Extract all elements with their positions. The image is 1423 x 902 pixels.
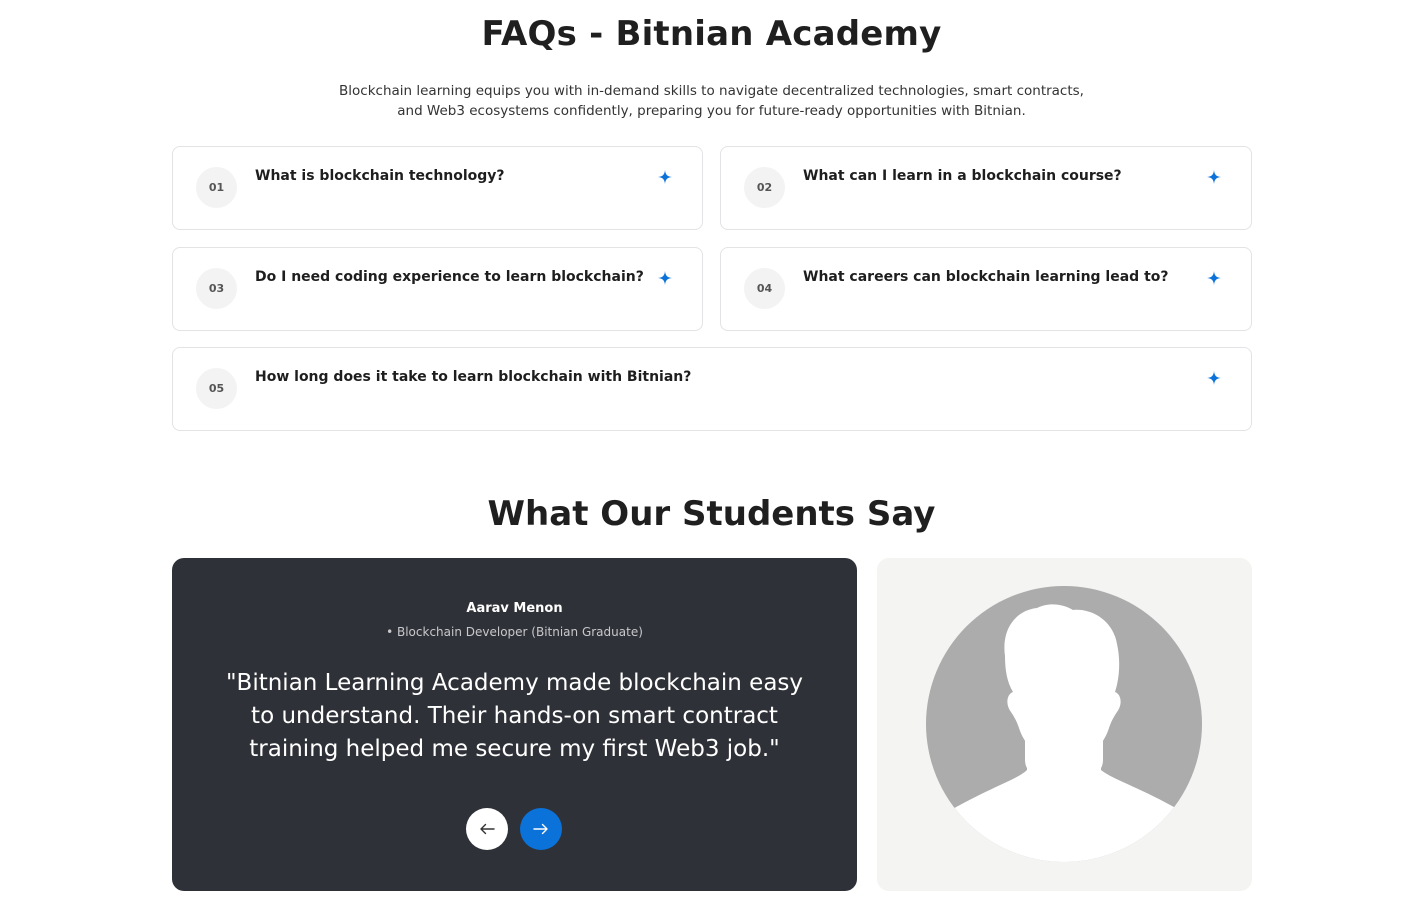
user-silhouette-icon <box>926 586 1202 862</box>
arrow-left-icon <box>480 823 495 835</box>
previous-testimonial-button[interactable] <box>466 808 508 850</box>
faq-number: 04 <box>744 268 785 309</box>
student-photo-panel <box>877 558 1252 891</box>
plus-sparkle-icon[interactable] <box>1206 370 1222 386</box>
testimonial-author-role: • Blockchain Developer (Bitnian Graduate… <box>386 625 643 639</box>
faq-item-05[interactable]: 05 How long does it take to learn blockc… <box>172 347 1252 431</box>
faq-question: Do I need coding experience to learn blo… <box>255 269 644 285</box>
faq-number: 05 <box>196 368 237 409</box>
testimonial-quote: "Bitnian Learning Academy made blockchai… <box>225 670 804 762</box>
faq-item-03[interactable]: 03 Do I need coding experience to learn … <box>172 247 703 331</box>
plus-sparkle-icon[interactable] <box>657 270 673 286</box>
faq-subtitle-line-1: Blockchain learning equips you with in-d… <box>339 83 1084 99</box>
faq-number: 02 <box>744 167 785 208</box>
faq-number: 03 <box>196 268 237 309</box>
faq-subtitle: Blockchain learning equips you with in-d… <box>0 81 1423 121</box>
faq-number: 01 <box>196 167 237 208</box>
faq-question: How long does it take to learn blockchai… <box>255 369 692 385</box>
arrow-right-icon <box>533 823 548 835</box>
faq-question: What can I learn in a blockchain course? <box>803 168 1122 184</box>
faq-item-01[interactable]: 01 What is blockchain technology? <box>172 146 703 230</box>
testimonials-title: What Our Students Say <box>487 494 936 534</box>
faq-question: What careers can blockchain learning lea… <box>803 269 1169 285</box>
plus-sparkle-icon[interactable] <box>657 169 673 185</box>
faq-subtitle-line-2: and Web3 ecosystems confidently, prepari… <box>397 103 1026 119</box>
faq-item-04[interactable]: 04 What careers can blockchain learning … <box>720 247 1252 331</box>
testimonial-card: Aarav Menon • Blockchain Developer (Bitn… <box>172 558 857 891</box>
faq-item-02[interactable]: 02 What can I learn in a blockchain cour… <box>720 146 1252 230</box>
faq-question: What is blockchain technology? <box>255 168 505 184</box>
next-testimonial-button[interactable] <box>520 808 562 850</box>
testimonial-author-name: Aarav Menon <box>466 601 563 616</box>
plus-sparkle-icon[interactable] <box>1206 270 1222 286</box>
faq-title: FAQs - Bitnian Academy <box>481 14 942 54</box>
plus-sparkle-icon[interactable] <box>1206 169 1222 185</box>
